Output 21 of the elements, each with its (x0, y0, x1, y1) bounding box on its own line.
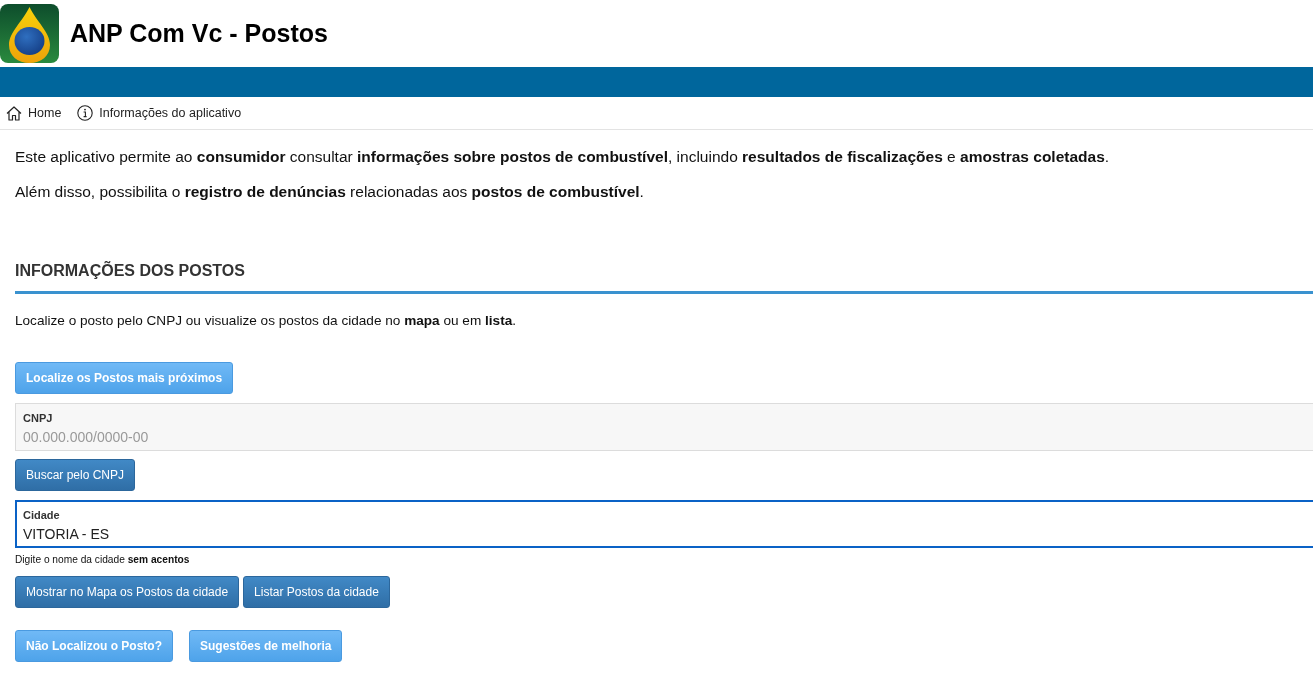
field-label: Cidade (23, 508, 60, 522)
city-action-button[interactable]: Mostrar no Mapa os Postos da cidade (15, 576, 240, 608)
section-heading: INFORMAÇÕES DOS POSTOS (15, 261, 246, 281)
cnpj-input[interactable]: 00.000.000/0000-00 (23, 428, 323, 446)
field-label: CNPJ (23, 411, 53, 425)
logo-icon (0, 4, 59, 63)
app-title: ANP Com Vc - Postos (70, 19, 328, 48)
nav-link[interactable]: Home (6, 105, 62, 121)
home-icon (6, 105, 22, 121)
nav-link[interactable]: Informações do aplicativo (77, 105, 242, 121)
search-button[interactable]: Buscar pelo CNPJ (15, 459, 136, 491)
section-description: Localize o posto pelo CNPJ ou visualize os postos da cidade no mapa ou em lista. (15, 313, 517, 329)
info-icon (77, 105, 94, 121)
city-action-button[interactable]: Listar Postos da cidade (243, 576, 390, 608)
help-button[interactable]: Sugestões de melhoria (189, 630, 343, 662)
city-input[interactable]: VITORIA - ES (23, 525, 323, 543)
locate-nearby-button[interactable]: Localize os Postos mais próximos (15, 362, 234, 394)
intro-text: Além disso, possibilita o registro de denúncias relacionadas aos postos de combustível. (15, 182, 645, 202)
intro-text: Este aplicativo permite ao consumidor consultar informações sobre postos de combustível, incluindo resultados de fiscalizações e amostras coletadas. (15, 147, 1111, 167)
help-button[interactable]: Não Localizou o Posto? (15, 630, 173, 662)
hint-text: Digite o nome da cidade sem acentos (15, 553, 191, 567)
